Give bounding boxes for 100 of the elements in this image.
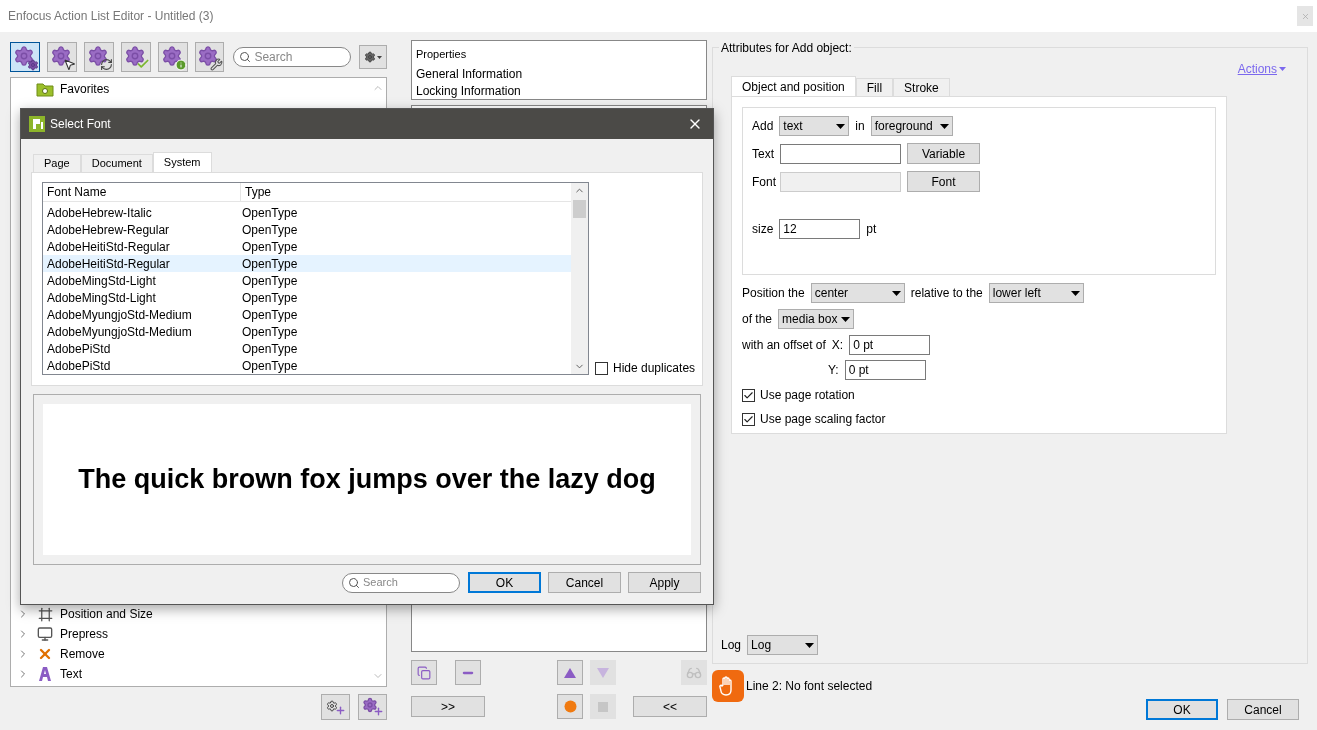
variable-button[interactable]: Variable [907, 143, 980, 164]
font-name: AdobePiStd [46, 357, 112, 375]
gear-check-icon [123, 45, 148, 69]
caret-icon [805, 642, 815, 648]
font-name: AdobeHeitiStd-Regular [46, 255, 171, 273]
dropdown[interactable]: media box [778, 309, 855, 329]
folder-icon [36, 81, 54, 97]
font-row[interactable]: AdobeHeitiStd-Regular OpenType [43, 238, 571, 255]
toolbar-button[interactable] [83, 42, 114, 72]
font-type: OpenType [242, 357, 298, 375]
tab[interactable]: Object and position [731, 76, 856, 97]
font-name: AdobePiStd [46, 340, 112, 358]
toolbar-button[interactable] [120, 42, 151, 72]
gear-wrench-icon [197, 45, 222, 69]
toolbar-button[interactable] [157, 42, 188, 72]
dialog-button[interactable]: OK [1146, 699, 1218, 720]
down-triangle-icon [597, 667, 609, 678]
toolbar-button[interactable] [46, 42, 77, 72]
checkbox[interactable] [742, 412, 755, 426]
caret-icon [1279, 67, 1286, 71]
font-row[interactable]: AdobeHebrew-Regular OpenType [43, 221, 571, 238]
toolbar-button[interactable] [10, 42, 40, 72]
font-row[interactable]: AdobeHebrew-Italic OpenType [43, 204, 571, 221]
property-item[interactable]: Locking Information [416, 82, 702, 99]
dialog-button[interactable]: Cancel [1227, 699, 1299, 720]
add-to-list-button[interactable]: >> [411, 696, 485, 717]
checkbox[interactable] [742, 388, 755, 402]
gear-arrows-icon [86, 45, 111, 69]
search-icon [239, 51, 252, 63]
caret-icon [1070, 290, 1080, 296]
letter-a-icon [38, 666, 52, 682]
font-row[interactable]: AdobeMyungjoStd-Medium OpenType [43, 306, 571, 323]
actions-link[interactable]: Actions [1237, 60, 1286, 78]
checkbox[interactable] [595, 361, 608, 375]
toolbar-button[interactable] [194, 42, 225, 72]
tree-item[interactable]: Text [60, 665, 82, 683]
tool-button[interactable] [557, 660, 583, 685]
font-row[interactable]: AdobePiStd OpenType [43, 357, 571, 374]
tree-item[interactable]: Position and Size [60, 605, 153, 623]
app-logo-icon [29, 116, 45, 132]
column-header[interactable]: Type [241, 183, 271, 201]
tab[interactable]: Stroke [893, 78, 950, 97]
window-title: Enfocus Action List Editor - Untitled (3) [8, 8, 214, 25]
font-row[interactable]: AdobeMingStd-Light OpenType [43, 272, 571, 289]
new-action-button[interactable] [321, 694, 350, 720]
record-icon [563, 700, 577, 713]
gear-plus-icon [325, 698, 346, 716]
tool-button[interactable] [411, 660, 437, 685]
font-row[interactable]: AdobeMingStd-Light OpenType [43, 289, 571, 306]
dropdown[interactable]: center [810, 283, 905, 303]
tree-item[interactable]: Prepress [60, 625, 109, 643]
tree-item[interactable]: Favorites [60, 80, 110, 98]
dialog-button[interactable]: Apply [628, 572, 701, 593]
gear-info-icon [160, 45, 185, 69]
y-label: Y: [828, 362, 839, 379]
font-row[interactable]: AdobeMyungjoStd-Medium OpenType [43, 323, 571, 340]
add-label: Add [752, 118, 774, 135]
tool-button[interactable] [557, 694, 583, 719]
dropdown[interactable]: text [779, 116, 850, 136]
search-field[interactable]: Search [342, 572, 460, 593]
input-field[interactable] [780, 171, 901, 192]
scrollbar-thumb[interactable] [573, 199, 586, 218]
property-item[interactable]: Properties [416, 46, 702, 65]
gear-plus-icon [361, 697, 384, 717]
input-field[interactable]: 0 pt [844, 360, 926, 380]
tool-button[interactable] [455, 660, 481, 685]
dropdown[interactable]: lower left [988, 283, 1084, 303]
property-item[interactable]: General Information [416, 65, 702, 82]
checkbox-label: Hide duplicates [613, 360, 696, 377]
of-label: of the [742, 311, 773, 328]
dropdown[interactable]: Log [747, 635, 819, 655]
font-row[interactable]: AdobeHeitiStd-Regular OpenType [43, 255, 571, 272]
log-label: Log [721, 637, 742, 654]
cross-icon [37, 646, 53, 662]
font-type: OpenType [242, 323, 298, 341]
font-type: OpenType [242, 340, 298, 358]
preview-text: The quick brown fox jumps over the lazy dog [78, 463, 656, 497]
input-field[interactable] [780, 143, 901, 164]
font-row[interactable]: AdobePiStd OpenType [43, 340, 571, 357]
input-field[interactable]: 0 pt [849, 335, 931, 355]
tree-item[interactable]: Remove [60, 645, 105, 663]
monitor-icon [37, 626, 53, 642]
dialog-button[interactable]: Cancel [548, 572, 621, 593]
column-header[interactable]: Font Name [43, 183, 241, 201]
offset-label: with an offset of [742, 337, 826, 354]
remove-from-list-button[interactable]: << [633, 696, 707, 717]
gears-icon [12, 45, 37, 69]
in-label: in [855, 118, 865, 135]
position-label: Position the [742, 285, 805, 302]
search-field[interactable]: Search [233, 47, 352, 67]
settings-menu-button[interactable] [359, 45, 387, 69]
dropdown[interactable]: foreground [870, 116, 953, 136]
font-label: Font [752, 173, 774, 191]
gear-cursor-icon [49, 45, 74, 69]
input-field[interactable]: 12 [779, 219, 861, 239]
dialog-button[interactable]: OK [468, 572, 541, 593]
add-action-button[interactable] [358, 694, 387, 720]
font-type: OpenType [242, 204, 298, 222]
font-button[interactable]: Font [907, 171, 980, 192]
dialog-title: Select Font [50, 116, 111, 133]
